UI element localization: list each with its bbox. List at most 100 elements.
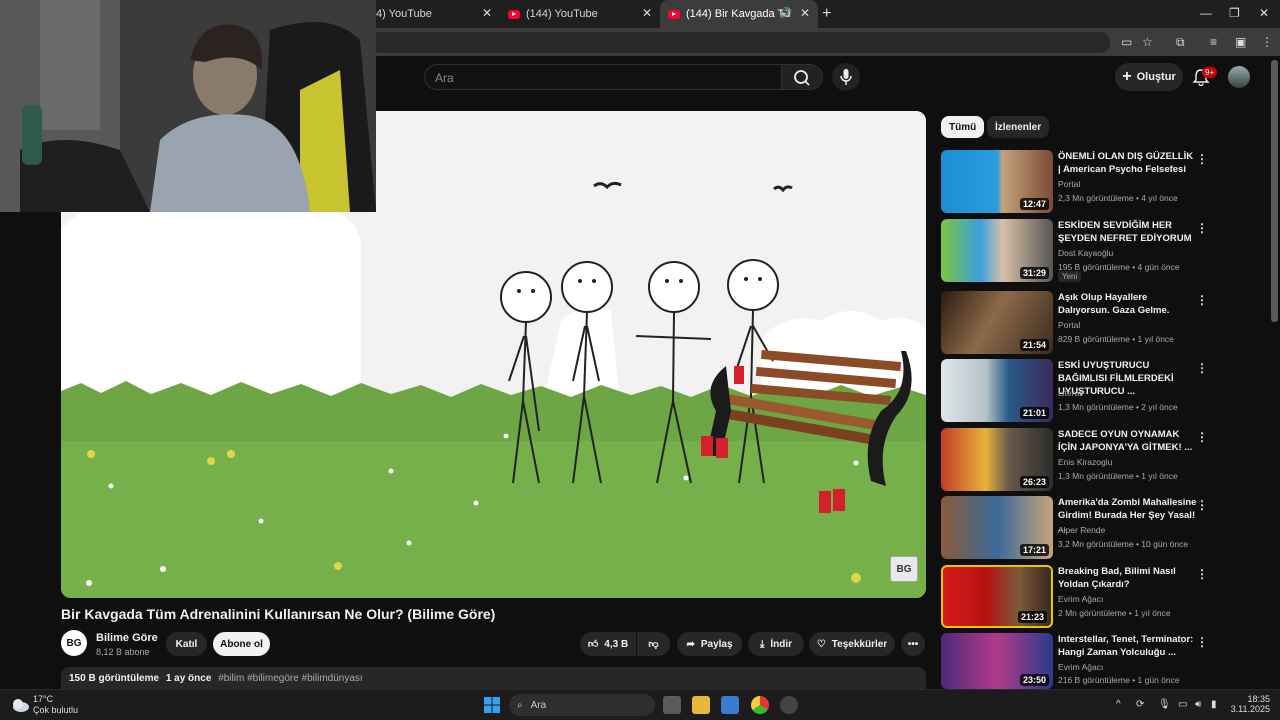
chip-all[interactable]: Tümü [941,116,985,138]
subscribe-button[interactable]: Abone ol [213,632,270,656]
taskbar-search[interactable]: ⌕ Ara [509,694,655,716]
media-controls-icon[interactable]: ≡ [1210,35,1217,49]
sync-icon[interactable]: ⟳ [1136,699,1144,710]
tray-mic-icon[interactable]: 🎙︎ [1158,699,1171,710]
address-bar[interactable] [370,32,1110,53]
chip-watched[interactable]: İzlenenler [987,116,1050,138]
more-options-icon[interactable]: ⋮ [1196,567,1208,581]
description-box[interactable]: 150 B görüntüleme 1 ay önce #bilim #bili… [61,667,926,689]
video-thumbnail[interactable]: 12:47 [941,150,1053,213]
video-thumbnail[interactable]: 21:23 [941,565,1053,628]
recommended-meta: 2,3 Mn görüntüleme • 4 yıl önce [1058,193,1178,203]
browser-tab-1[interactable]: 4) YouTube ✕ [368,0,500,28]
close-tab-icon[interactable]: ✕ [642,7,652,19]
video-thumbnail[interactable]: 21:01 [941,359,1053,422]
video-thumbnail[interactable]: 31:29 [941,219,1053,282]
recommended-video[interactable]: 17:21 Amerika'da Zombi Mahallesine Girdi… [941,496,1271,560]
chrome-icon[interactable] [751,696,769,714]
subscribe-label: Abone ol [220,638,263,650]
webcam-person-image [0,0,376,212]
more-options-icon[interactable]: ⋮ [1196,293,1208,307]
photos-app-icon[interactable] [721,696,739,714]
speaker-icon[interactable]: 🔊 [780,8,792,19]
more-options-icon[interactable]: ⋮ [1196,635,1208,649]
recommended-title[interactable]: ESKİDEN SEVDİĞİM HER ŞEYDEN NEFRET EDİYO… [1058,219,1198,245]
duration: 21:54 [1019,339,1049,351]
share-button[interactable]: ➦ Paylaş [677,632,742,656]
recommended-title[interactable]: ÖNEMLİ OLAN DIŞ GÜZELLİK | American Psyc… [1058,150,1198,176]
page-scrollbar[interactable] [1271,60,1278,322]
bookmark-star-icon[interactable]: ☆ [1142,35,1153,49]
recommended-channel[interactable]: Portal [1058,320,1080,330]
download-button[interactable]: ⤓ İndir [748,632,804,656]
recommended-title[interactable]: SADECE OYUN OYNAMAK İÇİN JAPONYA'YA GİTM… [1058,428,1198,454]
recommended-channel[interactable]: Portal [1058,179,1080,189]
app-icon[interactable] [780,696,798,714]
search-input[interactable]: Ara [424,64,782,90]
account-avatar[interactable] [1228,66,1250,88]
hashtags[interactable]: #bilim #bilimegöre #bilimdünyası [218,673,363,684]
video-thumbnail[interactable]: 26:23 [941,428,1053,491]
weather-temperature[interactable]: 17°C [33,694,53,704]
profile-icon[interactable]: ▣ [1235,35,1246,49]
search-icon: ⌕ [517,699,523,711]
channel-name[interactable]: Bilime Göre [96,632,158,644]
minimize-icon[interactable]: — [1200,6,1212,20]
recommended-channel[interactable]: Dost Kayaoğlu [1058,248,1113,258]
search-button[interactable] [781,64,823,90]
download-label: İndir [770,638,793,650]
recommended-channel[interactable]: Evrim Ağacı [1058,662,1103,672]
dislike-button[interactable]: 👎︎ [637,632,670,656]
cast-icon[interactable]: ▭ [1121,35,1132,49]
more-options-icon[interactable]: ⋮ [1196,498,1208,512]
recommended-channel[interactable]: Enis Kirazoglu [1058,457,1112,467]
recommended-video[interactable]: 21:01 ESKİ UYUŞTURUCU BAĞIMLISI FİLMLERD… [941,359,1271,423]
video-thumbnail[interactable]: 21:54 [941,291,1053,354]
tray-overflow-icon[interactable]: ^ [1116,699,1121,710]
close-tab-icon[interactable]: ✕ [800,7,810,19]
create-button[interactable]: + Oluştur [1115,63,1183,91]
more-options-icon[interactable]: ⋮ [1196,221,1208,235]
more-options-icon[interactable]: ⋮ [1196,361,1208,375]
recommended-video[interactable]: 21:23 Breaking Bad, Bilimi Nasıl Yoldan … [941,565,1271,629]
join-button[interactable]: Katıl [166,632,207,656]
recommended-video[interactable]: 21:54 Aşık Olup Hayallere Dalıyorsun. Ga… [941,291,1271,355]
battery-icon[interactable]: ▮ [1211,699,1217,710]
close-tab-icon[interactable]: ✕ [482,7,492,19]
browser-tab-2[interactable]: (144) YouTube ✕ [500,0,660,28]
duration: 12:47 [1019,198,1049,210]
task-view-icon[interactable] [663,696,681,714]
more-options-icon[interactable]: ⋮ [1196,430,1208,444]
browser-tab-active[interactable]: (144) Bir Kavgada Tüm Adre 🔊 ✕ [660,0,818,28]
recommended-title[interactable]: Aşık Olup Hayallere Dalıyorsun. Gaza Gel… [1058,291,1198,317]
weather-description[interactable]: Çok bulutlu [33,705,78,715]
browser-menu-icon[interactable]: ⋮ [1261,35,1273,49]
recommended-channel[interactable]: Evrim Ağacı [1058,594,1103,604]
recommended-title[interactable]: Breaking Bad, Bilimi Nasıl Yoldan Çıkard… [1058,565,1198,591]
recommended-video[interactable]: 31:29 ESKİDEN SEVDİĞİM HER ŞEYDEN NEFRET… [941,219,1271,283]
network-icon[interactable]: ▭ [1178,699,1187,710]
channel-avatar[interactable]: BG [61,630,87,656]
more-options-icon[interactable]: ⋮ [1196,152,1208,166]
file-explorer-icon[interactable] [692,696,710,714]
recommended-video[interactable]: 12:47 ÖNEMLİ OLAN DIŞ GÜZELLİK | America… [941,150,1271,214]
recommended-channel[interactable]: Alper Rende [1058,525,1105,535]
restore-icon[interactable]: ❐ [1229,6,1240,20]
taskbar-search-label: Ara [530,699,547,711]
extensions-icon[interactable]: ⧉ [1176,35,1185,50]
volume-icon[interactable]: 🔊︎ [1195,699,1201,710]
recommended-channel[interactable]: Literat [1058,388,1082,398]
recommended-video[interactable]: 26:23 SADECE OYUN OYNAMAK İÇİN JAPONYA'Y… [941,428,1271,492]
more-actions-button[interactable]: ••• [901,632,925,656]
video-thumbnail[interactable]: 23:50 [941,633,1053,689]
video-thumbnail[interactable]: 17:21 [941,496,1053,559]
recommended-title[interactable]: Interstellar, Tenet, Terminator: Hangi Z… [1058,633,1198,659]
thanks-button[interactable]: ♡ Teşekkürler [809,632,895,656]
system-clock[interactable]: 18:35 3.11.2025 [1230,694,1270,714]
voice-search-button[interactable] [832,63,860,91]
window-close-icon[interactable]: ✕ [1259,6,1269,20]
windows-start-icon[interactable] [484,697,500,713]
recommended-video[interactable]: 23:50 Interstellar, Tenet, Terminator: H… [941,633,1271,697]
like-button[interactable]: 👍︎ 4,3 B [580,632,636,656]
new-tab-icon[interactable]: + [822,5,831,23]
